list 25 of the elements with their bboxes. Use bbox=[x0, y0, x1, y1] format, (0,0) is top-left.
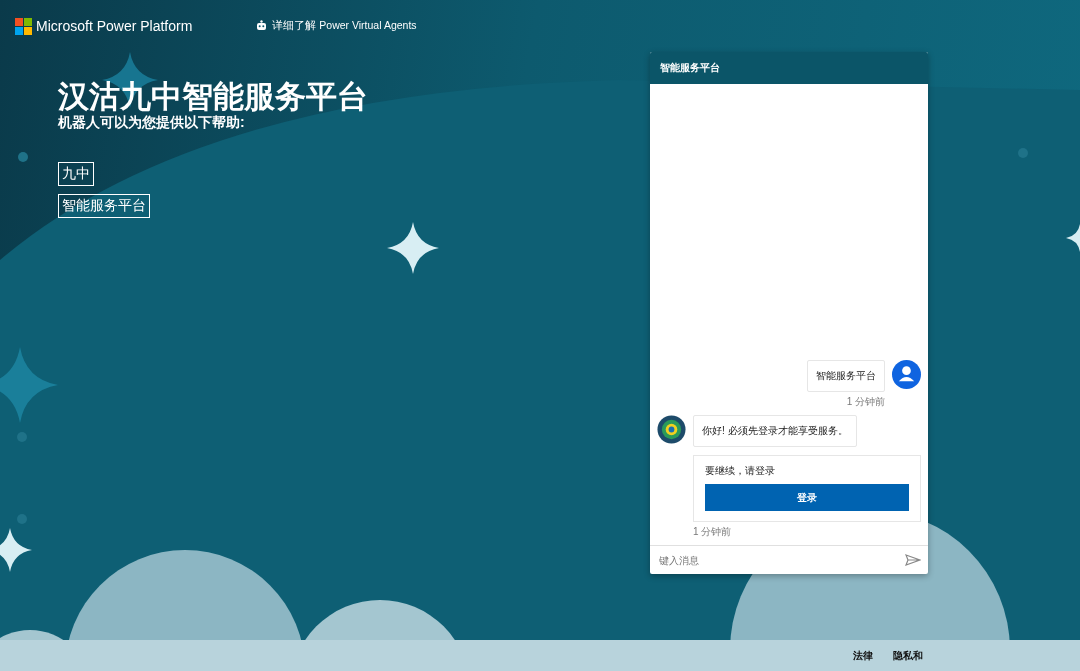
four-squares-logo-icon bbox=[15, 17, 32, 35]
footer-link[interactable]: 隐私和 bbox=[893, 648, 923, 663]
signin-button[interactable]: 登录 bbox=[705, 484, 909, 511]
brand-name: Microsoft Power Platform bbox=[36, 18, 193, 34]
suggestion-button[interactable]: 九中 bbox=[58, 162, 94, 186]
message-time: 1 分钟前 bbox=[693, 525, 733, 539]
sparkle-shape bbox=[387, 222, 439, 274]
message-time: 1 分钟前 bbox=[845, 395, 885, 409]
learn-more-link[interactable]: 详细了解 Power Virtual Agents bbox=[256, 19, 417, 33]
suggestion-button[interactable]: 智能服务平台 bbox=[58, 194, 150, 218]
message-input[interactable]: 键入消息 bbox=[657, 553, 905, 567]
bot-message: 你好! 必须先登录才能享受服务。 bbox=[693, 415, 857, 447]
chat-title: 智能服务平台 bbox=[660, 61, 720, 75]
card-text: 要继续，请登录 bbox=[705, 464, 776, 478]
robot-icon bbox=[256, 20, 268, 32]
sparkle-shape bbox=[1066, 224, 1080, 252]
dot-shape bbox=[18, 152, 28, 162]
user-message: 智能服务平台 bbox=[807, 360, 885, 392]
sparkle-shape bbox=[0, 528, 32, 572]
page-subtitle: 机器人可以为您提供以下帮助: bbox=[58, 114, 245, 132]
send-icon[interactable] bbox=[905, 554, 921, 566]
bot-avatar-icon bbox=[657, 415, 686, 444]
page-title: 汉沽九中智能服务平台 bbox=[58, 80, 368, 114]
user-avatar-icon bbox=[892, 360, 921, 389]
footer-link[interactable]: 法律 bbox=[853, 648, 873, 663]
